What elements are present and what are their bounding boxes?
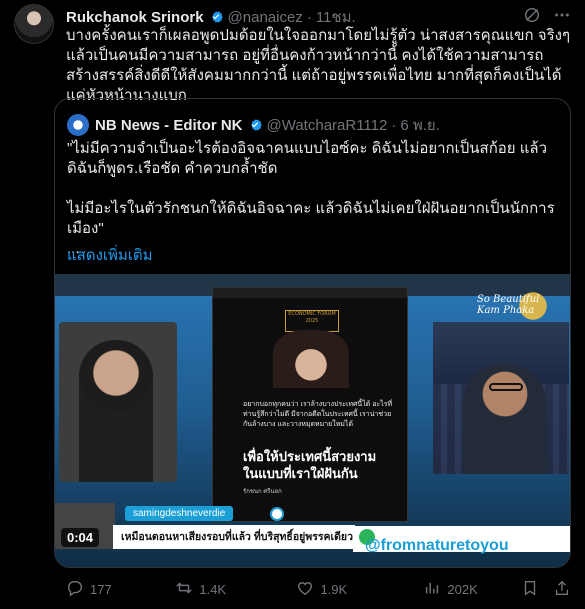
speaker-woman [79,340,153,482]
heart-icon [296,579,314,600]
slide-frame: ECONOMIC FORUM 2025 อยากบอกทุกคนว่า เราล… [212,287,408,522]
separator-dot: · [391,116,397,134]
share-icon[interactable] [553,579,571,600]
chat-username: samingdeshneverdie [125,506,234,521]
author-handle[interactable]: @nanaicez [228,9,303,26]
author-name[interactable]: Rukchanok Srinork [66,9,204,26]
slide-headline: เพื่อให้ประเทศนี้สวยงาม ในแบบที่เราใฝ่ฝั… [243,449,377,481]
share-actions [521,579,571,600]
quote-time: 6 พ.ย. [400,117,440,134]
quote-author-handle: @WatcharaR1112 [266,116,388,134]
repost-icon [175,579,193,600]
video-player[interactable]: So Beautiful Kam Phaka ECONOMIC FORUM 20… [55,274,570,567]
video-duration: 0:04 [61,528,100,547]
show-more-link[interactable]: แสดงเพิ่มเติม [67,243,153,267]
quote-author-name: NB News - Editor NK [95,116,243,134]
slide-window-bar [213,288,407,298]
view-count: 202K [447,581,478,597]
post-text: บางครั้งคนเราก็เผลอพูดปมด้อยในใจออกมาโดย… [66,27,571,104]
left-speaker-frame [59,322,177,482]
chat-badge-icon [270,507,284,521]
verified-badge-icon [208,9,224,25]
quote-text: "ไม่มีความจำเป็นอะไรต้องอิจฉาคนแบบไอซ์คะ… [67,140,555,257]
slide-signature: รักชนก ศรีนอก [243,489,282,495]
quoted-post[interactable]: NB News - Editor NK @WatcharaR1112 · 6 พ… [54,98,571,568]
reply-count: 177 [90,581,112,597]
action-bar: 177 1.4K 1.9K 202K [66,578,571,600]
speaker-man [463,364,547,474]
like-button[interactable]: 1.9K [296,579,423,600]
quote-author-avatar [67,114,89,136]
repost-count: 1.4K [199,581,227,597]
slide-portrait [273,330,349,388]
slide-logo: ECONOMIC FORUM 2025 [285,310,339,332]
quote-header: NB News - Editor NK @WatcharaR1112 · 6 พ… [67,113,558,137]
reply-button[interactable]: 177 [66,579,175,600]
views-chart-icon [423,579,441,600]
right-speaker-frame [433,322,569,474]
reply-icon [66,579,84,600]
post-header: Rukchanok Srinork @nanaicez · 11ชม. [66,6,571,28]
separator-dot: · [306,8,312,26]
verified-badge-icon [247,117,263,133]
author-avatar[interactable] [14,4,54,44]
like-count: 1.9K [320,581,348,597]
repost-button[interactable]: 1.4K [175,579,296,600]
channel-handle: @fromnaturetoyou [365,537,509,554]
slide-quote: อยากบอกทุกคนว่า เราล้างบางประเทศนี้ได้ อ… [243,401,393,428]
bookmark-icon[interactable] [521,579,539,600]
glasses [489,383,523,391]
views-button[interactable]: 202K [423,579,521,600]
news-ticker: เหมือนตอนหาเสียงรอบที่แล้ว ที่บริสุทธิ์อ… [113,525,355,549]
